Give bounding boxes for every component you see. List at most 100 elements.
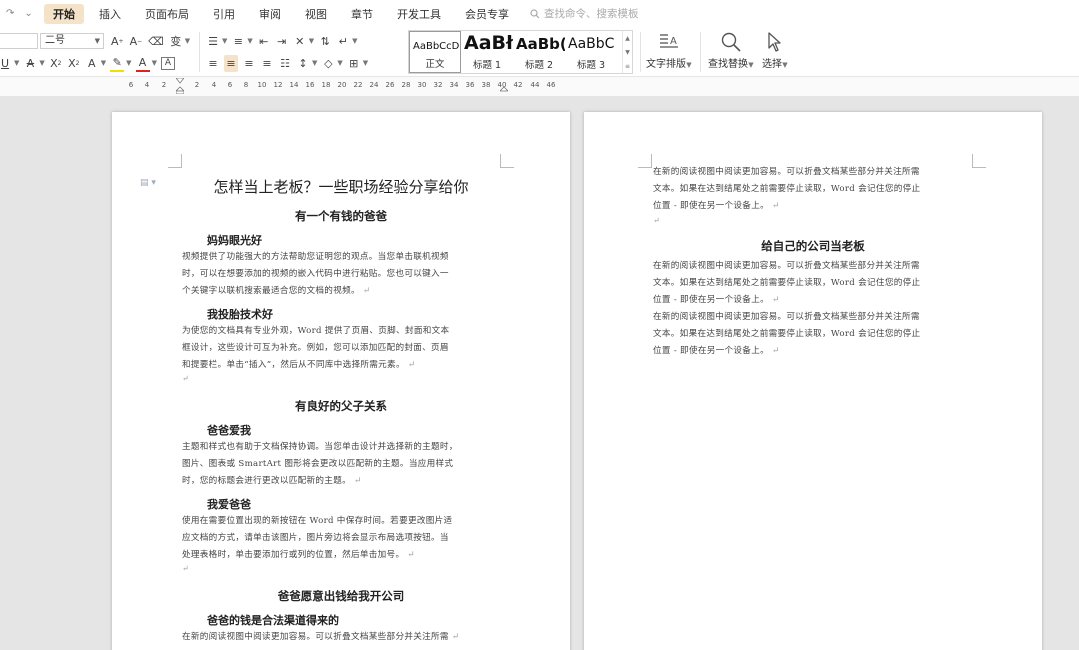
distributed-icon[interactable]: ☷ (278, 55, 292, 72)
chevron-down-icon[interactable]: ▼ (309, 37, 314, 45)
chevron-down-icon[interactable]: ▼ (14, 59, 19, 67)
menu-tab[interactable]: 会员专享 (456, 4, 518, 24)
subsection-heading: 爸爸爱我 (207, 424, 251, 437)
shading-icon[interactable]: ◇ (321, 55, 335, 72)
font-color-icon[interactable]: A (135, 55, 150, 72)
divider (700, 32, 701, 72)
menu-tab[interactable]: 视图 (296, 4, 336, 24)
sort-icon[interactable]: ⇅ (318, 33, 332, 50)
borders-icon[interactable]: ⊞ (347, 55, 361, 72)
paragraph-line: 个关键字以联机搜索最适合您的文档的视频。 ↵ (182, 283, 507, 300)
line-text: 视频提供了功能强大的方法帮助您证明您的观点。当您单击联机视频 (182, 252, 449, 262)
styles-scroll[interactable]: ▲ ▼ ≡ (622, 31, 632, 73)
scroll-up-icon[interactable]: ▲ (625, 35, 630, 42)
select-button[interactable]: 选择 ▼ (762, 29, 788, 70)
menu-tab[interactable]: 审阅 (250, 4, 290, 24)
paragraph-line: 位置 - 即使在另一个设备上。 ↵ (653, 198, 975, 215)
justify-icon[interactable]: ≡ (260, 55, 274, 72)
magnifier-icon (721, 32, 741, 52)
horizontal-ruler[interactable]: 6 4 2 2 4 6 8 10 12 14 16 18 20 22 24 26 28 30 32 34 36 38 40 4… (0, 78, 1079, 96)
text-layout-button[interactable]: A 文字排版 ▼ (646, 29, 692, 70)
menu-tab[interactable]: 引用 (204, 4, 244, 24)
find-replace-button[interactable]: 查找替换 ▼ (708, 29, 754, 70)
ruler-tick-label: 44 (530, 81, 540, 89)
underline-icon[interactable]: U (0, 55, 12, 72)
align-center-icon[interactable]: ≡ (224, 54, 238, 72)
expand-gallery-icon[interactable]: ≡ (625, 63, 630, 70)
chevron-down-icon[interactable]: ▼ (337, 59, 342, 67)
font-name-box[interactable] (0, 33, 38, 49)
show-marks-icon[interactable]: ↵ (336, 33, 350, 50)
line-spacing-icon[interactable]: ↕ (296, 55, 310, 72)
chevron-down-icon[interactable]: ▼ (126, 59, 131, 67)
chevron-down-icon[interactable]: ▼ (363, 59, 368, 67)
text-effect-icon[interactable]: A (85, 55, 99, 72)
scroll-down-icon[interactable]: ▼ (625, 49, 630, 56)
line-text: 处理表格时，单击要添加行或列的位置，然后单击加号。 (182, 550, 405, 560)
chevron-down-icon[interactable]: ▼ (247, 37, 252, 45)
ruler-tick-label: 32 (433, 81, 443, 89)
paragraph: 使用在需要位置出现的新按钮在 Word 中保存时间。若要更改图片适 应文档的方式，… (182, 513, 507, 564)
shrink-font-icon[interactable]: A − (129, 33, 144, 50)
paragraph-line: 和提要栏。单击“插入”，然后从不同库中选择所需元素。 ↵ (182, 357, 507, 374)
chevron-down-icon[interactable]: ▼ (222, 37, 227, 45)
subsection-heading: 爸爸的钱是合法渠道得来的 (207, 614, 339, 627)
find-replace-label: 查找替换 (708, 59, 748, 70)
menu-tab[interactable]: 开始 (44, 3, 84, 24)
phonetic-guide-icon[interactable]: 变 (169, 33, 183, 50)
paragraph-line: 时，可以在想要添加的视频的嵌入代码中进行粘贴。您也可以键入一 (182, 266, 507, 283)
subscript-icon[interactable]: X2 (67, 55, 81, 72)
paragraph-line: 在新的阅读视图中阅读更加容易。可以折叠文档某些部分并关注所需 ↵ (182, 629, 507, 646)
paragraph-line: 主题和样式也有助于文档保持协调。当您单击设计并选择新的主题时， (182, 439, 507, 456)
chevron-down-icon[interactable]: ▼ (312, 59, 317, 67)
document-page-2[interactable]: 在新的阅读视图中阅读更加容易。可以折叠文档某些部分并关注所需 文本。如果在达到结尾… (584, 112, 1042, 650)
style-heading-2[interactable]: AaBb( 标题 2 (513, 31, 565, 73)
chevron-down-icon[interactable]: ▼ (185, 37, 190, 45)
style-preview: AaBł (464, 32, 513, 54)
chinese-layout-icon[interactable]: ✕ (293, 33, 307, 50)
style-heading-3[interactable]: AaBbC 标题 3 (565, 31, 617, 73)
menu-tab[interactable]: 开发工具 (388, 4, 450, 24)
ruler-tick-label: 46 (546, 81, 556, 89)
menu-tab[interactable]: 章节 (342, 4, 382, 24)
numbered-list-icon[interactable]: ≡ (231, 33, 245, 50)
document-page-1[interactable]: ▤ ▾ 怎样当上老板？一些职场经验分享给你 有一个有钱的爸爸 妈妈眼光好 视频提供了… (112, 112, 570, 650)
font-size-select[interactable]: 二号 ▼ (40, 33, 104, 49)
style-heading-1[interactable]: AaBł 标题 1 (461, 31, 513, 73)
highlight-icon[interactable]: ✎ (110, 55, 125, 72)
ruler-tick-label: 6 (128, 81, 134, 89)
customize-chevron-icon[interactable]: ⌄ (24, 8, 32, 19)
char-border-icon[interactable]: A (160, 56, 175, 70)
first-line-indent-marker[interactable] (176, 78, 184, 94)
style-normal[interactable]: AaBbCcDd 正文 (409, 31, 461, 73)
strikethrough-icon[interactable]: A (23, 55, 37, 72)
clear-format-icon[interactable]: ⌫ (147, 33, 165, 50)
superscript-icon[interactable]: X2 (49, 55, 63, 72)
line-text: 和提要栏。单击“插入”，然后从不同库中选择所需元素。 (182, 360, 405, 370)
chevron-down-icon[interactable]: ▼ (101, 59, 106, 67)
redo-icon[interactable]: ↷ (6, 8, 14, 19)
paragraph: 在新的阅读视图中阅读更加容易。可以折叠文档某些部分并关注所需 文本。如果在达到结尾… (653, 258, 975, 309)
ruler-tick-label: 4 (144, 81, 150, 89)
align-right-icon[interactable]: ≡ (242, 55, 256, 72)
command-search-placeholder: 查找命令、搜索模板 (544, 8, 639, 20)
paragraph-mark-icon: ↵ (769, 346, 780, 356)
paragraph: 视频提供了功能强大的方法帮助您证明您的观点。当您单击联机视频时，可以在想要添加的… (182, 249, 507, 300)
chevron-down-icon: ▼ (94, 37, 100, 45)
chevron-down-icon: ▼ (780, 61, 788, 69)
paragraph-line: 在新的阅读视图中阅读更加容易。可以折叠文档某些部分并关注所需 (653, 258, 975, 275)
chevron-down-icon[interactable]: ▼ (152, 59, 157, 67)
bullet-list-icon[interactable]: ☰ (206, 33, 220, 50)
menu-tab[interactable]: 页面布局 (136, 4, 198, 24)
menu-tab[interactable]: 插入 (90, 4, 130, 24)
ruler-tick-label: 22 (353, 81, 363, 89)
chevron-down-icon[interactable]: ▼ (39, 59, 44, 67)
align-left-icon[interactable]: ≡ (206, 55, 220, 72)
command-search[interactable]: 查找命令、搜索模板 (530, 6, 639, 21)
decrease-indent-icon[interactable]: ⇤ (257, 33, 271, 50)
ruler-tick-label: 4 (211, 81, 217, 89)
chevron-down-icon[interactable]: ▼ (352, 37, 357, 45)
grow-font-icon[interactable]: A + (110, 33, 125, 50)
increase-indent-icon[interactable]: ⇥ (275, 33, 289, 50)
ruler-tick-label: 18 (321, 81, 331, 89)
